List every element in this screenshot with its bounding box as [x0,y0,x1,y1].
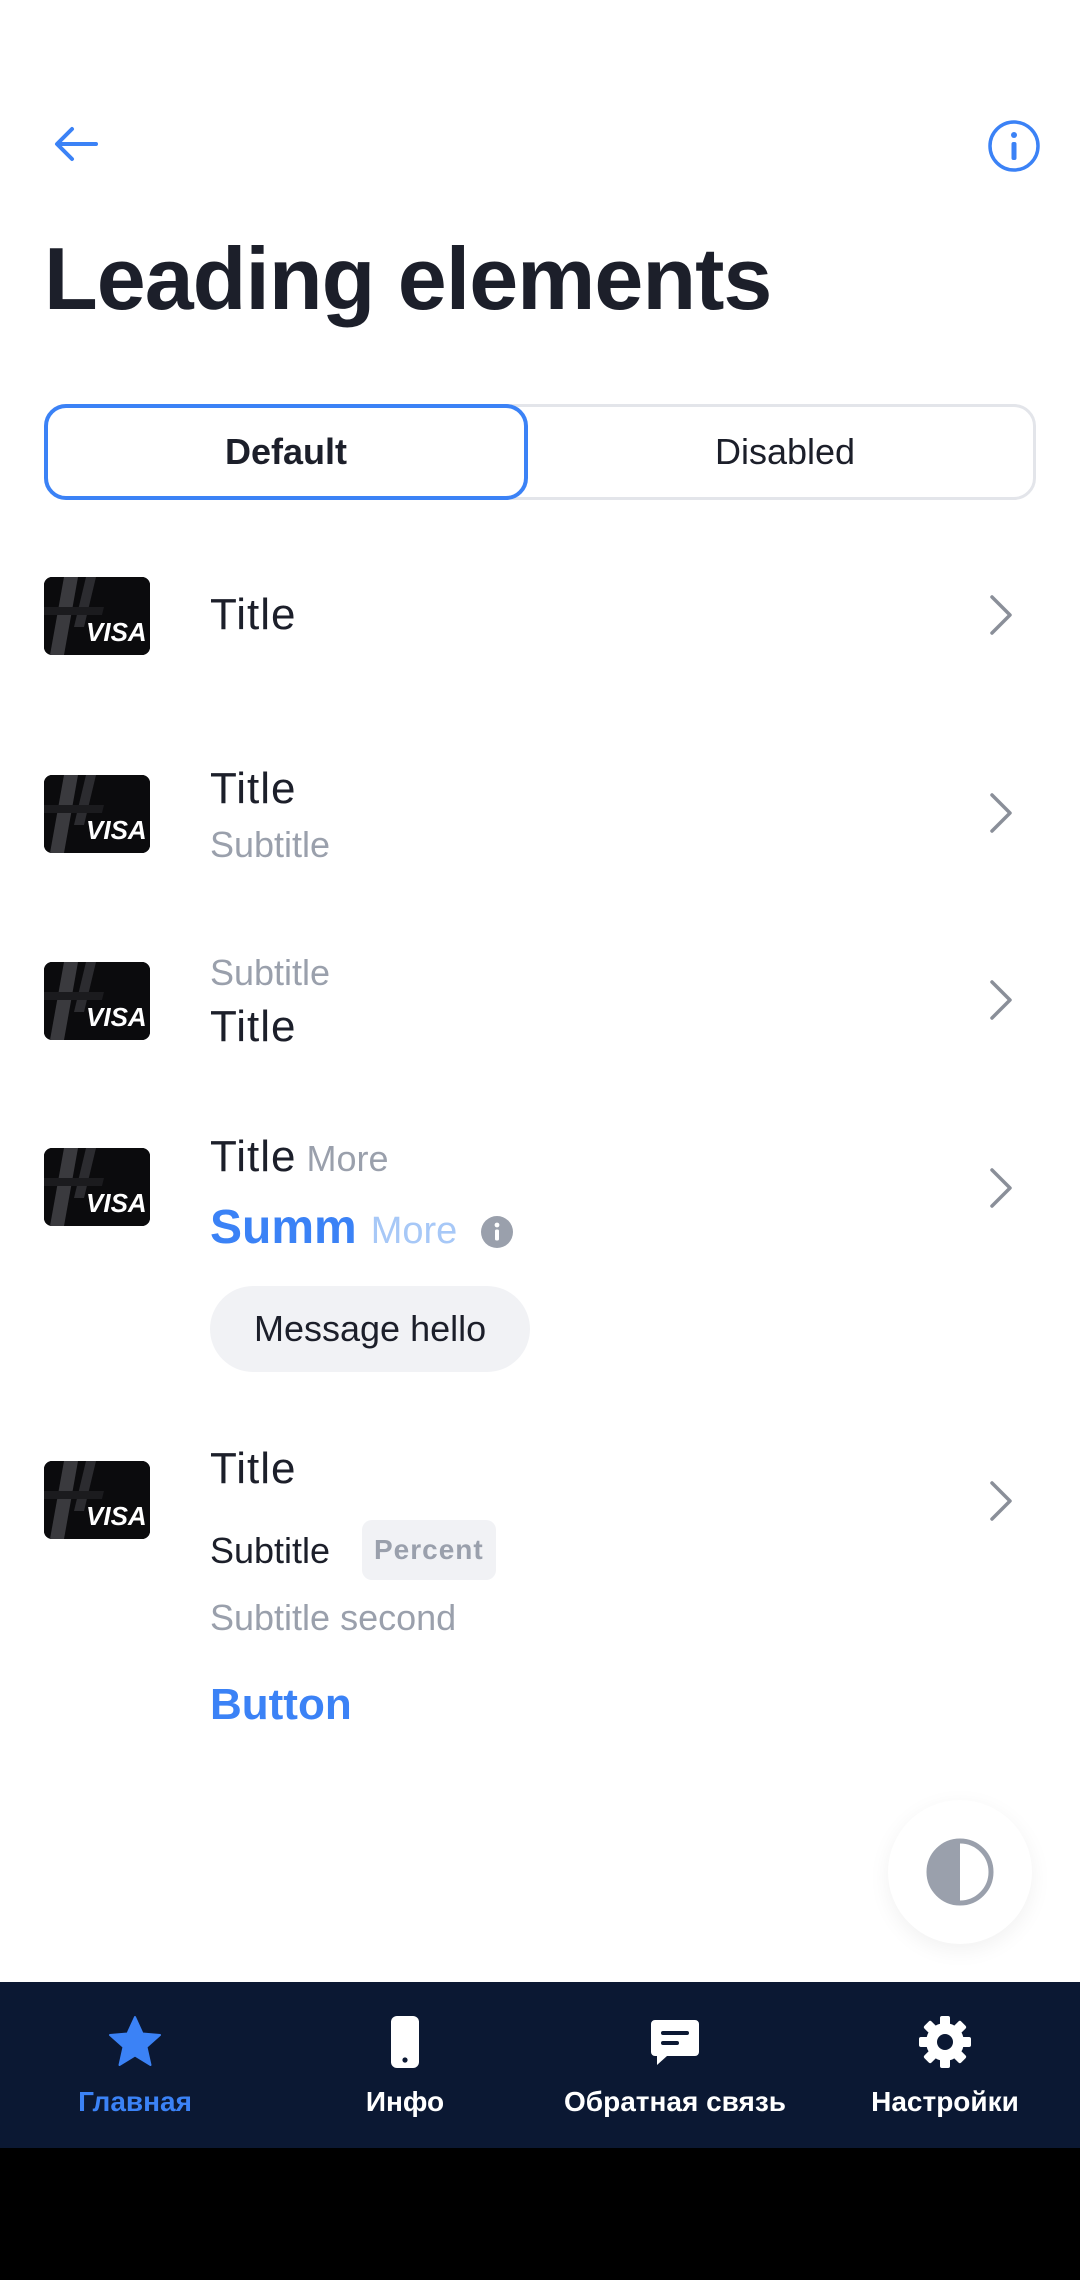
visa-card-icon: VISA [44,1461,150,1539]
list-item[interactable]: VISA Title Subtitle [0,752,1080,882]
row-title: Title [210,764,297,813]
phone-icon [391,2016,419,2068]
bottom-navigation: Главная Инфо Обратная связь Настройки [0,1982,1080,2148]
nav-label: Инфо [365,2086,445,2117]
segmented-control: Default Disabled [44,404,1036,500]
row-title-group: Title More [210,1132,389,1182]
row-subtitle: Subtitle [210,952,331,993]
svg-text:VISA: VISA [86,1188,147,1218]
row-subtitle: Subtitle [210,824,331,865]
chevron-right-icon [990,793,1012,833]
row-title: Title [210,1444,297,1493]
visa-card-icon: VISA [44,775,150,853]
nav-item-settings[interactable]: Настройки [810,1982,1080,2148]
chevron-right-icon [990,595,1012,635]
top-bar [0,0,1080,200]
row-summ: Summ [210,1201,357,1254]
info-small-icon[interactable] [481,1215,514,1248]
row-summ-group: Summ More [210,1200,514,1255]
nav-item-info[interactable]: Инфо [270,1982,540,2148]
svg-text:VISA: VISA [86,1002,147,1032]
title-more-label: More [306,1138,389,1179]
gear-icon [919,2016,971,2068]
star-icon [109,2016,161,2066]
page-title: Leading elements [44,229,772,328]
chevron-right-icon [990,980,1012,1020]
nav-label: Главная [78,2086,192,2117]
svg-text:VISA: VISA [86,815,147,845]
list-item[interactable]: VISA Title Subtitle Percent Subtitle sec… [0,1440,1080,1740]
nav-label: Настройки [871,2086,1019,2117]
summ-more-label: More [370,1210,458,1252]
info-icon [988,120,1040,172]
system-navigation-bar [0,2148,1080,2280]
visa-card-icon: VISA [44,1148,150,1226]
percent-badge: Percent [362,1520,496,1580]
row-title: Title [210,590,297,639]
visa-card-icon: VISA [44,577,150,655]
list-item[interactable]: VISA Title [0,560,1080,670]
contrast-icon [926,1838,994,1906]
list-item[interactable]: VISA Title More Summ More Message hello [0,1128,1080,1378]
info-button[interactable] [978,110,1050,182]
row-title: Title [210,1132,297,1181]
nav-item-home[interactable]: Главная [0,1982,270,2148]
segment-default[interactable]: Default [44,404,528,500]
back-button[interactable] [40,112,112,176]
chat-icon [651,2020,699,2065]
message-chip[interactable]: Message hello [210,1286,531,1372]
svg-text:VISA: VISA [86,1501,147,1531]
segment-disabled[interactable]: Disabled [528,404,1042,500]
theme-toggle-button[interactable] [888,1800,1032,1944]
nav-label: Обратная связь [564,2086,786,2117]
row-subtitle-second: Subtitle second [210,1597,457,1638]
row-subtitle: Subtitle [210,1530,331,1571]
nav-item-feedback[interactable]: Обратная связь [540,1982,810,2148]
list-item[interactable]: VISA Subtitle Title [0,940,1080,1070]
row-title: Title [210,1002,297,1051]
svg-text:VISA: VISA [86,617,147,647]
visa-card-icon: VISA [44,962,150,1040]
chevron-right-icon [990,1481,1012,1521]
arrow-left-icon [55,127,98,161]
row-action-button[interactable]: Button [210,1680,352,1730]
chevron-right-icon [990,1168,1012,1208]
